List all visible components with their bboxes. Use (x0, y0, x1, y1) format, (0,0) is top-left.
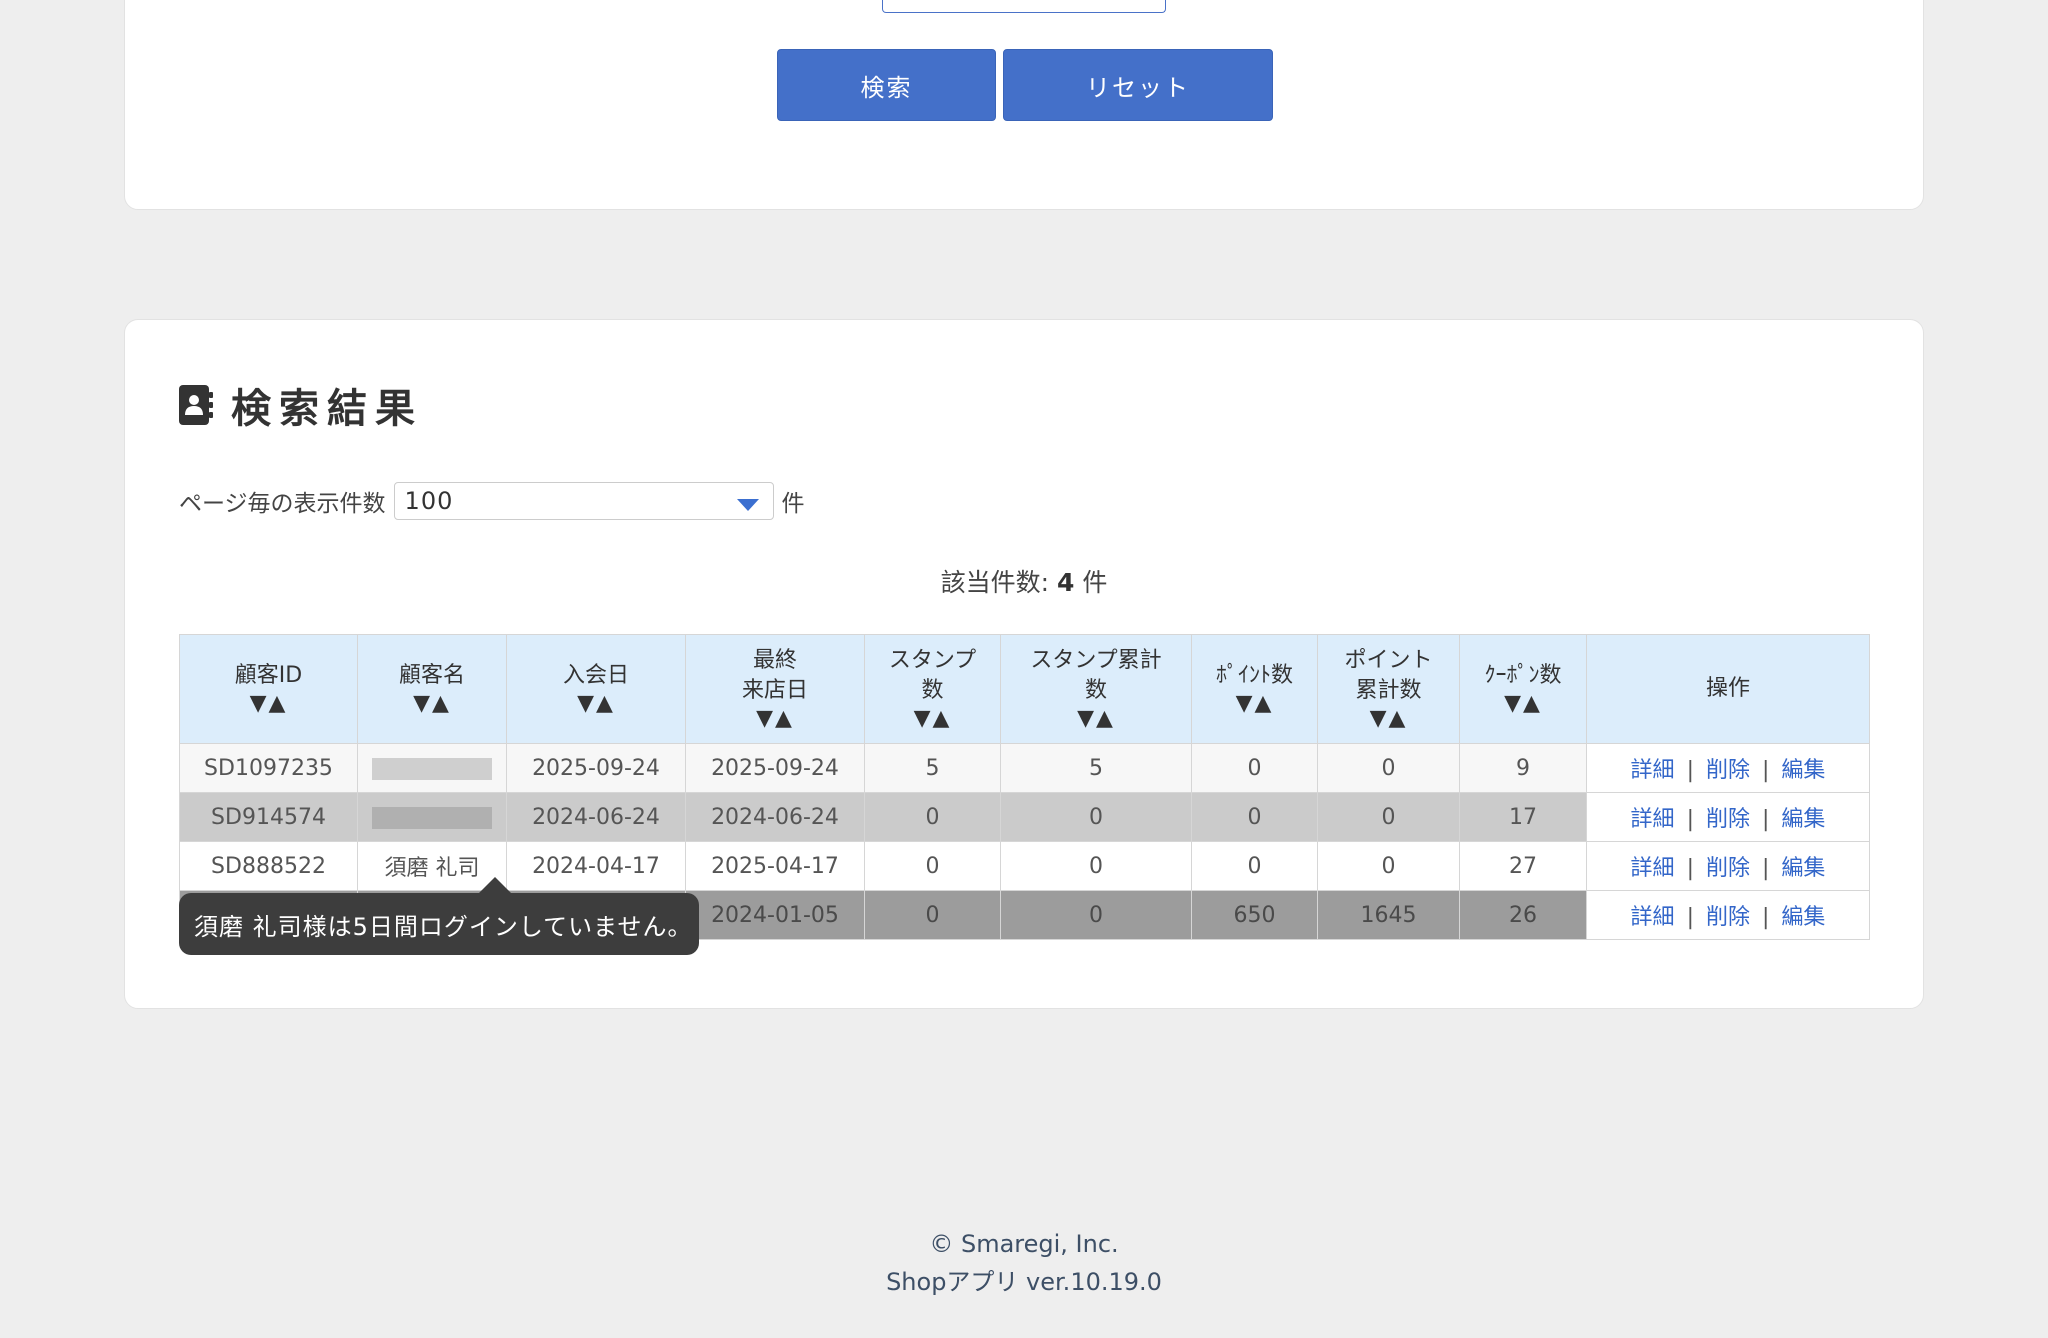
table-header-row: 顧客ID ▼▲ 顧客名 ▼▲ 入会日 ▼▲ 最終 来店日 ▼▲ スタンプ 数 ▼… (179, 634, 1870, 744)
cell-stamps-total: 5 (1000, 743, 1192, 793)
detail-link[interactable]: 詳細 (1631, 807, 1675, 832)
cell-coupons: 26 (1459, 890, 1587, 940)
sort-toggle-icon[interactable]: ▼▲ (1001, 706, 1191, 732)
results-heading: 検索結果 (179, 376, 423, 434)
cell-stamps: 0 (864, 841, 1001, 891)
cell-customer-name (357, 743, 507, 793)
cell-points: 0 (1191, 792, 1318, 842)
cell-stamps-total: 0 (1000, 841, 1192, 891)
sort-toggle-icon[interactable]: ▼▲ (180, 691, 357, 717)
table-row: SD914574 2024-06-24 2024-06-24 0 0 0 0 1… (179, 792, 1870, 842)
cell-stamps-total: 0 (1000, 792, 1192, 842)
chevron-down-icon (736, 499, 759, 511)
col-points: ﾎﾟｲﾝﾄ数 ▼▲ (1191, 634, 1318, 744)
address-book-icon (179, 385, 213, 425)
delete-link[interactable]: 削除 (1706, 856, 1750, 881)
login-tooltip: 須磨 礼司様は5日間ログインしていません。 (179, 877, 699, 955)
result-count: 該当件数: 4 件 (125, 563, 1923, 599)
result-count-label: 該当件数: (940, 568, 1050, 597)
sort-toggle-icon[interactable]: ▼▲ (865, 706, 1000, 732)
cell-last-visit: 2024-01-05 (685, 890, 865, 940)
cell-join-date: 2025-09-24 (506, 743, 686, 793)
sort-toggle-icon[interactable]: ▼▲ (686, 706, 864, 732)
cell-coupons: 27 (1459, 841, 1587, 891)
search-form-card: 検索 リセット (124, 0, 1924, 210)
edit-link[interactable]: 編集 (1781, 856, 1825, 881)
result-count-value: 4 (1057, 568, 1075, 597)
sort-toggle-icon[interactable]: ▼▲ (1192, 691, 1317, 717)
version-text: Shopアプリ ver.10.19.0 (886, 1268, 1162, 1296)
col-last-visit: 最終 来店日 ▼▲ (685, 634, 865, 744)
cell-points-total: 0 (1317, 743, 1460, 793)
cell-stamps-total: 0 (1000, 890, 1192, 940)
cell-actions: 詳細 | 削除 | 編集 (1586, 890, 1870, 940)
cell-points: 0 (1191, 841, 1318, 891)
col-stamps-total: スタンプ累計 数 ▼▲ (1000, 634, 1192, 744)
cell-customer-id: SD1097235 (179, 743, 358, 793)
per-page-unit: 件 (781, 491, 805, 517)
cell-actions: 詳細 | 削除 | 編集 (1586, 743, 1870, 793)
search-text-input[interactable] (882, 0, 1166, 13)
copyright-text: © Smaregi, Inc. (929, 1230, 1119, 1258)
cell-points: 0 (1191, 743, 1318, 793)
cell-join-date: 2024-04-17 (506, 841, 686, 891)
col-stamps: スタンプ 数 ▼▲ (864, 634, 1001, 744)
table-row: SD1097235 2025-09-24 2025-09-24 5 5 0 0 … (179, 743, 1870, 793)
results-title: 検索結果 (231, 386, 423, 432)
col-customer-name: 顧客名 ▼▲ (357, 634, 507, 744)
per-page-control: ページ毎の表示件数 100 件 (179, 482, 805, 520)
delete-link[interactable]: 削除 (1706, 807, 1750, 832)
col-customer-id: 顧客ID ▼▲ (179, 634, 358, 744)
col-points-total: ポイント 累計数 ▼▲ (1317, 634, 1460, 744)
cell-actions: 詳細 | 削除 | 編集 (1586, 841, 1870, 891)
results-card: 検索結果 ページ毎の表示件数 100 件 該当件数: 4 件 顧客ID ▼▲ 顧… (124, 319, 1924, 1009)
detail-link[interactable]: 詳細 (1631, 856, 1675, 881)
col-operations: 操作 (1586, 634, 1870, 744)
edit-link[interactable]: 編集 (1781, 758, 1825, 783)
col-coupons: ｸｰﾎﾟﾝ数 ▼▲ (1459, 634, 1587, 744)
sort-toggle-icon[interactable]: ▼▲ (1460, 691, 1586, 717)
cell-last-visit: 2025-09-24 (685, 743, 865, 793)
result-count-unit: 件 (1082, 568, 1108, 597)
cell-customer-name (357, 792, 507, 842)
cell-points-total: 0 (1317, 841, 1460, 891)
sort-toggle-icon[interactable]: ▼▲ (507, 691, 685, 717)
cell-customer-id: SD888522 (179, 841, 358, 891)
redacted-name (372, 757, 492, 780)
cell-stamps: 0 (864, 792, 1001, 842)
cell-last-visit: 2024-06-24 (685, 792, 865, 842)
cell-points-total: 1645 (1317, 890, 1460, 940)
footer: © Smaregi, Inc. Shopアプリ ver.10.19.0 (0, 1225, 2048, 1301)
cell-points: 650 (1191, 890, 1318, 940)
cell-coupons: 9 (1459, 743, 1587, 793)
cell-stamps: 0 (864, 890, 1001, 940)
cell-customer-id: SD914574 (179, 792, 358, 842)
cell-points-total: 0 (1317, 792, 1460, 842)
detail-link[interactable]: 詳細 (1631, 758, 1675, 783)
redacted-name (372, 806, 492, 829)
cell-coupons: 17 (1459, 792, 1587, 842)
cell-join-date: 2024-06-24 (506, 792, 686, 842)
col-join-date: 入会日 ▼▲ (506, 634, 686, 744)
search-button[interactable]: 検索 (777, 49, 996, 121)
delete-link[interactable]: 削除 (1706, 758, 1750, 783)
sort-toggle-icon[interactable]: ▼▲ (358, 691, 506, 717)
per-page-select[interactable]: 100 (393, 482, 774, 520)
per-page-label: ページ毎の表示件数 (179, 491, 386, 517)
edit-link[interactable]: 編集 (1781, 905, 1825, 930)
cell-actions: 詳細 | 削除 | 編集 (1586, 792, 1870, 842)
detail-link[interactable]: 詳細 (1631, 905, 1675, 930)
per-page-value: 100 (404, 487, 454, 515)
sort-toggle-icon[interactable]: ▼▲ (1318, 706, 1459, 732)
cell-stamps: 5 (864, 743, 1001, 793)
delete-link[interactable]: 削除 (1706, 905, 1750, 930)
reset-button[interactable]: リセット (1003, 49, 1273, 121)
table-row: SD888522 須磨 礼司 2024-04-17 2025-04-17 0 0… (179, 841, 1870, 891)
tooltip-arrow (479, 877, 511, 893)
edit-link[interactable]: 編集 (1781, 807, 1825, 832)
tooltip-text: 須磨 礼司様は5日間ログインしていません。 (194, 912, 693, 941)
cell-last-visit: 2025-04-17 (685, 841, 865, 891)
